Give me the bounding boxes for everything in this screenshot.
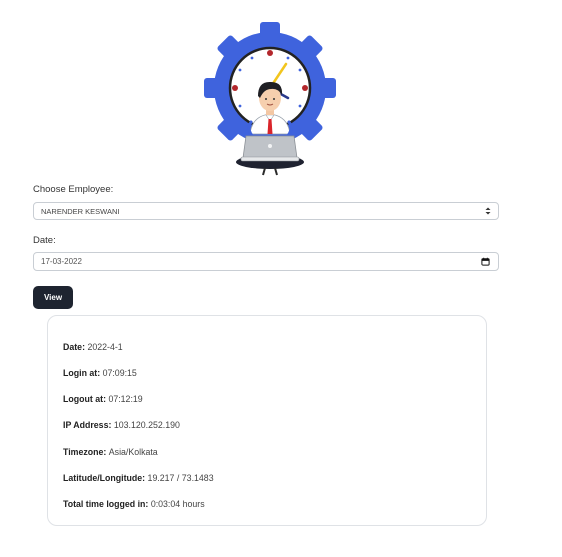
- detail-date: Date: 2022-4-1: [63, 342, 123, 352]
- detail-latlong-label: Latitude/Longitude:: [63, 473, 148, 483]
- calendar-icon[interactable]: [481, 257, 490, 266]
- employee-select[interactable]: NARENDER KESWANI: [33, 202, 499, 220]
- detail-timezone-label: Timezone:: [63, 447, 109, 457]
- detail-ip-value: 103.120.252.190: [113, 420, 180, 430]
- detail-ip-address: IP Address: 103.120.252.190: [63, 420, 180, 430]
- employee-label: Choose Employee:: [33, 184, 114, 195]
- detail-date-value: 2022-4-1: [87, 342, 123, 352]
- detail-ip-label: IP Address:: [63, 420, 114, 430]
- detail-timezone-value: Asia/Kolkata: [108, 447, 158, 457]
- view-button[interactable]: View: [33, 286, 73, 309]
- detail-total-time: Total time logged in: 0:03:04 hours: [63, 499, 205, 509]
- employee-time-illustration: [204, 22, 336, 176]
- detail-logout-value: 07:12:19: [108, 394, 143, 404]
- detail-date-label: Date:: [63, 342, 88, 352]
- detail-total-value: 0:03:04 hours: [150, 499, 205, 509]
- attendance-details-card: Date: 2022-4-1 Login at: 07:09:15 Logout…: [47, 315, 487, 526]
- detail-login: Login at: 07:09:15: [63, 368, 137, 378]
- detail-total-label: Total time logged in:: [63, 499, 151, 509]
- detail-lat-long: Latitude/Longitude: 19.217 / 73.1483: [63, 473, 214, 483]
- employee-select-value: NARENDER KESWANI: [41, 206, 120, 216]
- page: Choose Employee: NARENDER KESWANI Date: …: [0, 0, 562, 557]
- detail-latlong-value: 19.217 / 73.1483: [147, 473, 214, 483]
- date-label: Date:: [33, 235, 56, 246]
- laptop-icon: [240, 135, 300, 162]
- detail-timezone: Timezone: Asia/Kolkata: [63, 447, 158, 457]
- detail-login-label: Login at:: [63, 368, 103, 378]
- detail-logout: Logout at: 07:12:19: [63, 394, 143, 404]
- date-input[interactable]: 17-03-2022: [33, 252, 499, 271]
- select-updown-arrow-icon: [485, 207, 491, 215]
- detail-logout-label: Logout at:: [63, 394, 109, 404]
- date-input-value: 17-03-2022: [41, 257, 82, 266]
- detail-login-value: 07:09:15: [102, 368, 137, 378]
